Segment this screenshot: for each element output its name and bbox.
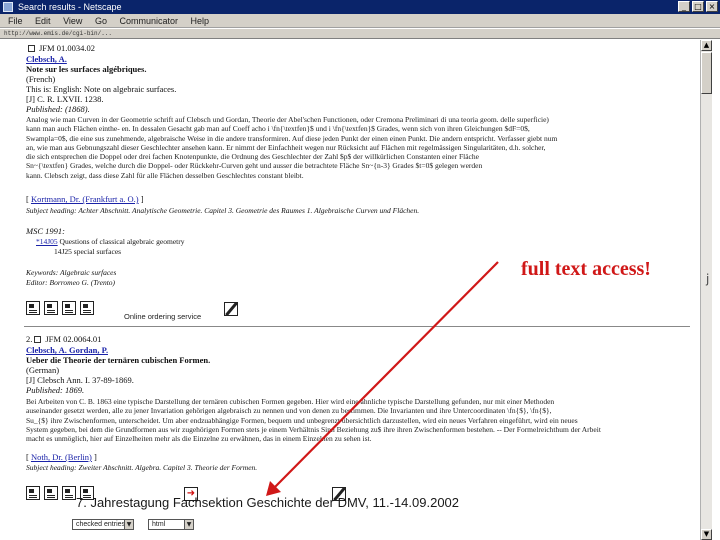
vertical-scrollbar[interactable]: ▲ ▼ — [700, 40, 712, 540]
record-1-abstract: Analog wie man Curven in der Geometrie s… — [26, 115, 688, 180]
reviewer-link[interactable]: Noth, Dr. (Berlin) — [31, 452, 92, 462]
abstract-line: auseinander gesetzt werden, alle zu jene… — [26, 406, 552, 416]
menu-file[interactable]: File — [8, 16, 23, 26]
abstract-line: Sn~{\textfen} Grades, welche durch die D… — [26, 161, 483, 171]
document-icon[interactable] — [44, 486, 58, 500]
record-2-abstract: Bei Arbeiten von C. B. 1863 eine typisch… — [26, 397, 688, 443]
document-icon[interactable] — [26, 486, 40, 500]
slide-caption: 7. Jahrestagung Fachsektion Geschichte d… — [76, 495, 460, 510]
abstract-line: kann man auch Flächen einthe- en. In des… — [26, 124, 530, 134]
edge-mark: j — [706, 272, 710, 286]
record-1-source: [J] C. R. LXVII. 1238. — [26, 94, 104, 104]
document-icon[interactable] — [26, 301, 40, 315]
document-icon[interactable] — [44, 301, 58, 315]
document-icon[interactable] — [80, 301, 94, 315]
scroll-up-button[interactable]: ▲ — [701, 40, 712, 51]
close-button[interactable]: × — [706, 1, 718, 12]
menu-view[interactable]: View — [63, 16, 82, 26]
abstract-line: Bei Arbeiten von C. B. 1863 eine typisch… — [26, 397, 555, 406]
location-bar: http://www.emis.de/cgi-bin/... — [0, 29, 720, 39]
record-2-language: (German) — [26, 365, 60, 375]
record-1-format-buttons — [26, 301, 94, 315]
window-title: Search results - Netscape — [18, 2, 122, 12]
full-text-callout: full text access! — [521, 258, 651, 280]
msc-code-link[interactable]: *14J05 — [36, 237, 58, 246]
record-1-english-title: This is: English: Note on algebraic surf… — [26, 84, 177, 94]
document-icon[interactable] — [62, 301, 76, 315]
menu-edit[interactable]: Edit — [35, 16, 51, 26]
record-1-published: Published: (1868). — [26, 104, 90, 114]
record-1-msc-sub: 14J25 special surfaces — [54, 247, 122, 256]
type-select-value: html — [152, 521, 166, 528]
maximize-button[interactable]: □ — [692, 1, 704, 12]
record-2-header: 2. JFM 02.0064.01 — [26, 334, 101, 344]
abstract-line: kann. Clebsch zeigt, dass diese Zahl für… — [26, 170, 304, 180]
abstract-line: System gegeben, bei dem die Grundformen … — [26, 424, 601, 434]
window-controls: _ □ × — [678, 1, 718, 12]
record-divider — [24, 326, 690, 327]
location-url[interactable]: http://www.emis.de/cgi-bin/... — [4, 30, 114, 38]
menu-help[interactable]: Help — [191, 16, 210, 26]
online-ordering-label[interactable]: Online ordering service — [124, 312, 201, 321]
record-2-author[interactable]: Clebsch, A. Gordan, P. — [26, 345, 108, 355]
abstract-line: Analog wie man Curven in der Geometrie s… — [26, 115, 549, 124]
format-select-value: checked entries — [76, 521, 126, 528]
record-2-reviewer: [ Noth, Dr. (Berlin) ] — [26, 452, 97, 462]
record-1-editor: Editor: Borromeo G. (Trento) — [26, 278, 116, 287]
document-icon[interactable] — [62, 486, 76, 500]
abstract-line: die sich entsprechen die Doppel oder dre… — [26, 152, 479, 162]
abstract-line: Swampla=0$, die eine sus zunehmende, alg… — [26, 133, 558, 143]
record-1-title: Note sur les surfaces algébriques. — [26, 64, 147, 74]
record-1-id: JFM 01.0034.02 — [39, 43, 95, 53]
record-1-msc-label: MSC 1991: — [26, 226, 65, 236]
msc-description: Questions of classical algebraic geometr… — [59, 237, 185, 246]
record-1-checkbox[interactable] — [28, 45, 35, 52]
record-2-title: Ueber die Theorie der ternären cubischen… — [26, 355, 211, 365]
record-2-subject: Subject heading: Zweiter Abschnitt. Alge… — [26, 463, 258, 472]
abstract-line: macht es unmöglich, hier auf Einzelheite… — [26, 434, 372, 444]
menu-communicator[interactable]: Communicator — [119, 16, 178, 26]
record-2-published: Published: 1869. — [26, 385, 85, 395]
record-1-subject: Subject heading: Achter Abschnitt. Analy… — [26, 206, 420, 215]
menu-bar: File Edit View Go Communicator Help — [0, 14, 720, 28]
record-2-number: 2. — [26, 334, 33, 344]
pen-icon[interactable] — [224, 302, 238, 316]
chevron-down-icon: ▼ — [124, 520, 133, 529]
record-2-checkbox[interactable] — [34, 336, 42, 343]
record-1-author[interactable]: Clebsch, A. — [26, 54, 67, 64]
record-1-reviewer: [ Kortmann, Dr. (Frankfurt a. O.) ] — [26, 194, 144, 204]
minimize-button[interactable]: _ — [678, 1, 690, 12]
format-select[interactable]: checked entries ▼ — [72, 519, 134, 530]
type-select[interactable]: html ▼ — [148, 519, 194, 530]
scroll-thumb[interactable] — [701, 52, 712, 94]
window-edge — [712, 40, 720, 540]
record-2-source: [J] Clebsch Ann. I. 37-89-1869. — [26, 375, 134, 385]
abstract-line: Su_{$} ihre Zwischenformen, unterscheide… — [26, 415, 578, 425]
scroll-down-button[interactable]: ▼ — [701, 529, 712, 540]
chevron-down-icon: ▼ — [184, 520, 193, 529]
netscape-icon — [3, 2, 13, 12]
record-2-id: JFM 02.0064.01 — [45, 334, 102, 344]
menu-go[interactable]: Go — [95, 16, 107, 26]
window-titlebar: Search results - Netscape _ □ × — [0, 0, 720, 14]
abstract-line: an, wie man aus Gebnungszahl dieser Gesc… — [26, 142, 546, 152]
search-results: JFM 01.0034.02 Clebsch, A. Note sur les … — [0, 40, 700, 540]
record-1-keywords: Keywords: Algebraic surfaces — [26, 268, 117, 277]
reviewer-link[interactable]: Kortmann, Dr. (Frankfurt a. O.) — [31, 194, 139, 204]
record-1-header: JFM 01.0034.02 — [26, 43, 95, 53]
record-1-language: (French) — [26, 74, 56, 84]
record-1-msc: *14J05 Questions of classical algebraic … — [36, 237, 185, 247]
